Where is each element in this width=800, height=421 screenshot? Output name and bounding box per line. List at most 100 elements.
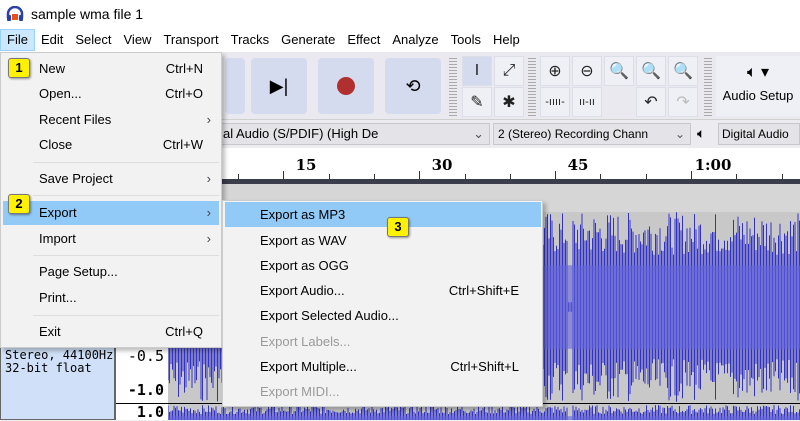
shortcut: Ctrl+O (165, 86, 203, 101)
zoom-out-button[interactable]: ⊖ (572, 56, 602, 86)
separator (33, 162, 219, 163)
ruler-tick (509, 174, 511, 179)
draw-tool[interactable]: ✎ (462, 87, 492, 117)
menu-help[interactable]: Help (487, 29, 526, 51)
channels-select[interactable]: 2 (Stereo) Recording Chann ⌄ (493, 123, 691, 145)
menu-item-save-project[interactable]: Save Project › (3, 167, 219, 191)
skip-to-end-button[interactable]: ▶| (251, 58, 307, 114)
menu-item-export-mp3[interactable]: Export as MP3 (225, 202, 541, 227)
zoom-toggle-button[interactable]: 🔍 (668, 56, 698, 86)
chevron-right-icon: › (206, 112, 211, 127)
ruler-tick (283, 171, 285, 179)
menu-item-import[interactable]: Import › (3, 227, 219, 251)
menu-item-close[interactable]: Close Ctrl+W (3, 133, 219, 157)
menu-item-exit[interactable]: Exit Ctrl+Q (3, 320, 219, 344)
menu-tracks[interactable]: Tracks (225, 29, 276, 51)
fit-project-button[interactable]: 🔍 (636, 56, 666, 86)
shortcut: Ctrl+W (162, 137, 203, 152)
menu-edit[interactable]: Edit (35, 29, 69, 51)
selection-tool[interactable]: I (462, 56, 492, 86)
audio-setup-button[interactable]: 🔈︎ ▾ Audio Setup (716, 56, 800, 116)
menu-transport[interactable]: Transport (157, 29, 224, 51)
menu-item-export-wav[interactable]: Export as WAV (225, 228, 541, 253)
asterisk-icon: ✱ (502, 94, 516, 111)
menu-item-recent-files[interactable]: Recent Files › (3, 108, 219, 132)
chevron-right-icon: › (206, 171, 211, 186)
menu-bar: File Edit Select View Transport Tracks G… (0, 28, 800, 52)
zoom-toggle-icon: 🔍 (673, 63, 693, 80)
menu-effect[interactable]: Effect (341, 29, 386, 51)
pencil-icon: ✎ (470, 94, 484, 111)
label: Export Multiple... (260, 359, 357, 374)
menu-item-print[interactable]: Print... (3, 286, 219, 310)
waveform-rms (168, 416, 800, 420)
menu-item-open[interactable]: Open... Ctrl+O (3, 82, 219, 106)
label: New (39, 61, 66, 76)
speaker-icon: 🔈︎ (697, 125, 706, 141)
ruler-tick (691, 171, 692, 179)
scale-label: 1.0 (136, 403, 164, 421)
redo-button[interactable]: ↷ (668, 87, 698, 117)
audacity-headphones-icon (6, 6, 24, 21)
zoom-in-button[interactable]: ⊕ (540, 56, 570, 86)
ruler-tick (238, 174, 239, 179)
output-device-select[interactable]: Digital Audio (718, 123, 800, 145)
ruler-tick (464, 174, 466, 179)
chevron-right-icon: › (206, 231, 211, 246)
menu-file[interactable]: File (0, 29, 35, 51)
menu-tools[interactable]: Tools (445, 29, 487, 51)
ruler-tick (781, 174, 783, 179)
menu-item-export-ogg[interactable]: Export as OGG (225, 253, 541, 278)
menu-item-new[interactable]: New Ctrl+N (3, 57, 219, 81)
shortcut: Ctrl+Q (165, 324, 203, 339)
step-badge-2: 2 (8, 194, 30, 214)
track-bit-depth: 32-bit float (5, 361, 92, 375)
label: Page Setup... (39, 264, 118, 279)
scale-label: -0.5 (127, 347, 164, 365)
menu-item-export-multiple[interactable]: Export Multiple... Ctrl+Shift+L (225, 354, 541, 379)
envelope-tool[interactable]: ⤢ (494, 56, 524, 86)
menu-item-export-selected-audio[interactable]: Export Selected Audio... (225, 303, 541, 328)
toolbar-grip[interactable] (704, 56, 712, 116)
menu-analyze[interactable]: Analyze (386, 29, 444, 51)
playback-device-select[interactable]: al Audio (S/PDIF) (High De ⌄ (200, 123, 490, 145)
export-submenu: Export as MP3 Export as WAV Export as OG… (222, 200, 543, 407)
chevron-down-icon: ⌄ (473, 126, 484, 141)
toolbar-grip[interactable] (449, 56, 457, 116)
undo-button[interactable]: ↶ (636, 87, 666, 117)
ruler-tick (736, 174, 738, 179)
label: Export (39, 205, 77, 220)
multi-tool[interactable]: ✱ (494, 87, 524, 117)
toolbar-grip[interactable] (528, 56, 536, 116)
menu-view[interactable]: View (118, 29, 158, 51)
menu-select[interactable]: Select (69, 29, 117, 51)
skip-end-icon: ▶| (269, 75, 289, 96)
fit-selection-button[interactable]: 🔍 (604, 56, 634, 86)
menu-item-export-midi: Export MIDI... (225, 379, 541, 404)
record-icon (337, 77, 355, 95)
redo-icon: ↷ (676, 94, 690, 111)
title-bar: sample wma file 1 (0, 0, 800, 28)
record-button[interactable] (318, 58, 374, 114)
label: Close (39, 137, 73, 152)
ruler-tick (419, 171, 421, 179)
window-title: sample wma file 1 (31, 6, 144, 22)
menu-item-export[interactable]: Export › (3, 201, 219, 225)
channels-value: 2 (Stereo) Recording Chann (498, 127, 649, 141)
file-menu: New Ctrl+N Open... Ctrl+O Recent Files › Cl… (0, 52, 222, 348)
fit-selection-icon: 🔍 (609, 63, 629, 80)
label: Export as MP3 (260, 207, 346, 222)
chevron-down-icon: ⌄ (674, 127, 685, 141)
menu-item-page-setup[interactable]: Page Setup... (3, 260, 219, 284)
menu-item-export-labels: Export Labels... (225, 329, 541, 354)
menu-item-export-audio[interactable]: Export Audio... Ctrl+Shift+E (225, 278, 541, 303)
label: Exit (39, 324, 61, 339)
zoom-out-icon: ⊖ (580, 63, 594, 80)
zoom-in-icon: ⊕ (548, 63, 562, 80)
menu-generate[interactable]: Generate (275, 29, 341, 51)
loop-button[interactable]: ⟲ (385, 58, 441, 114)
silence-button[interactable]: ıı-ıı (572, 87, 602, 117)
silence-icon: ıı-ıı (579, 96, 595, 108)
trim-button[interactable]: -ıııı- (540, 87, 570, 117)
play-button[interactable] (225, 58, 245, 114)
